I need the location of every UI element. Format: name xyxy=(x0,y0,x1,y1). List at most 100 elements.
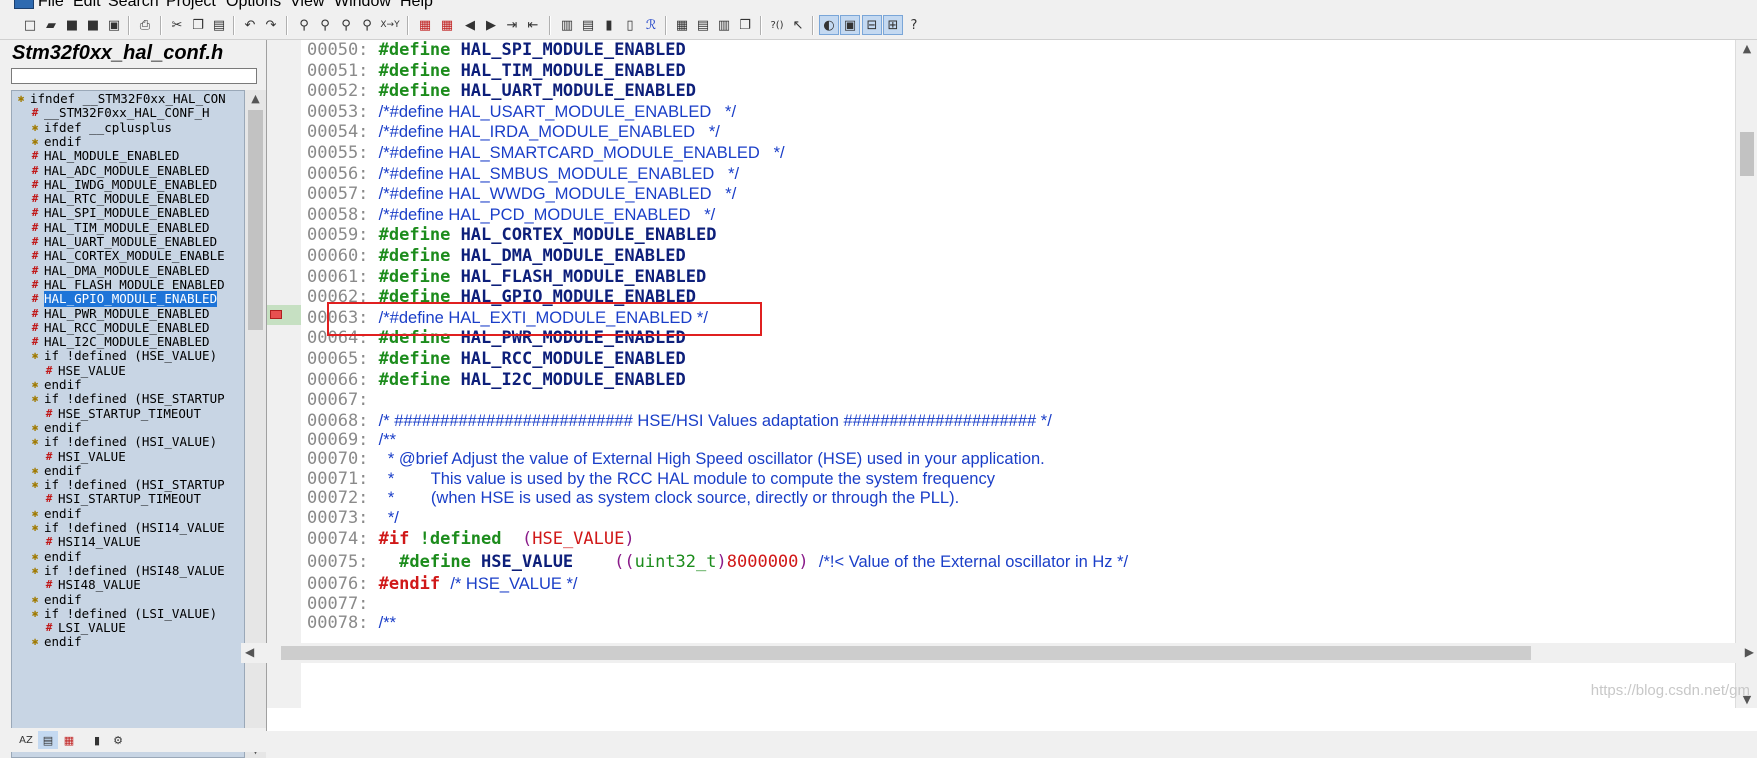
line-number: 00066: xyxy=(307,369,369,390)
scroll-right-icon[interactable]: ▶ xyxy=(1745,645,1754,659)
code-token: !defined xyxy=(419,529,522,549)
lookup-icon[interactable]: ?() xyxy=(767,15,787,35)
preprocessor-condition-icon: ✱ xyxy=(31,606,39,620)
scroll-thumb[interactable] xyxy=(248,110,263,330)
code-line: 00061: #define HAL_FLASH_MODULE_ENABLED xyxy=(307,267,706,287)
list-view-icon[interactable]: ▤ xyxy=(38,731,58,749)
symbol-tree[interactable]: ✱ ifndef __STM32F0xx_HAL_CON # __STM32F0xx_… xyxy=(11,90,245,758)
bookmark-list-icon[interactable]: ▦ xyxy=(415,15,435,35)
code-token: /*#define HAL_WWDG_MODULE_ENABLED */ xyxy=(378,185,737,204)
structure-icon[interactable]: ⊞ xyxy=(883,15,903,35)
category-view-icon[interactable]: ▦ xyxy=(59,731,79,749)
preprocessor-condition-icon: ✱ xyxy=(31,435,39,449)
context-window-icon[interactable]: ▤ xyxy=(578,15,598,35)
undo-icon[interactable]: ↶ xyxy=(240,15,260,35)
print-icon[interactable]: ⎙ xyxy=(135,15,155,35)
book-view-icon[interactable]: ▮ xyxy=(87,731,107,749)
line-number: 00068: xyxy=(307,410,369,431)
code-token: HSE_VALUE xyxy=(532,529,625,549)
code-token: /** xyxy=(378,614,397,632)
jump-icon[interactable]: ⇥ xyxy=(502,15,522,35)
jump-back-icon[interactable]: ⇤ xyxy=(523,15,543,35)
redo-icon[interactable]: ↷ xyxy=(261,15,281,35)
open-folder-icon[interactable]: ▰ xyxy=(41,15,61,35)
code-token: /* HSE_VALUE */ xyxy=(450,575,578,593)
code-token: ) xyxy=(624,529,635,549)
menu-project[interactable]: Project xyxy=(166,0,216,11)
menu-file[interactable]: File xyxy=(38,0,64,11)
menu-view[interactable]: View xyxy=(290,0,324,11)
code-line: 00071: * This value is used by the RCC H… xyxy=(307,469,995,489)
book-icon[interactable]: ▮ xyxy=(599,15,619,35)
symbol-filter-input[interactable] xyxy=(11,68,257,84)
paste-icon[interactable]: ▤ xyxy=(209,15,229,35)
code-editor[interactable]: 00050: #define HAL_SPI_MODULE_ENABLED 000… xyxy=(241,40,1757,752)
code-token: #define xyxy=(378,246,461,266)
forward-arrow-icon[interactable]: ▶ xyxy=(481,15,501,35)
view-toggle-icon[interactable]: ◐ xyxy=(819,15,839,35)
editor-vertical-scrollbar[interactable]: ▲ ▼ xyxy=(1735,40,1757,708)
save-icon[interactable]: ■ xyxy=(62,15,82,35)
define-icon: # xyxy=(31,249,39,263)
settings-view-icon[interactable]: ⚙ xyxy=(108,731,128,749)
preprocessor-condition-icon: ✱ xyxy=(31,463,39,477)
menu-edit[interactable]: Edit xyxy=(73,0,101,11)
define-icon: # xyxy=(31,192,39,206)
line-number: 00055: xyxy=(307,143,369,163)
editor-horizontal-scrollbar[interactable]: ◀ ▶ xyxy=(241,643,1757,663)
scroll-thumb[interactable] xyxy=(281,646,1531,660)
save-as-icon[interactable]: ■ xyxy=(83,15,103,35)
scroll-up-icon[interactable]: ▲ xyxy=(1740,42,1754,55)
code-line: 00074: #if !defined (HSE_VALUE) xyxy=(307,529,635,549)
find-icon[interactable]: ⚲ xyxy=(294,15,314,35)
find-prev-icon[interactable]: ⚲ xyxy=(315,15,335,35)
relation-window-icon[interactable]: ▯ xyxy=(620,15,640,35)
help-icon[interactable]: ? xyxy=(904,15,924,35)
new-file-icon[interactable]: □ xyxy=(20,15,40,35)
code-token: #define xyxy=(378,40,461,60)
line-number: 00061: xyxy=(307,266,369,287)
code-token: #endif xyxy=(378,574,451,594)
replace-icon[interactable]: X→Y xyxy=(380,15,400,35)
code-token: ) xyxy=(798,552,809,572)
sort-alpha-icon[interactable]: AZ xyxy=(16,731,36,749)
code-token: HAL_SPI_MODULE_ENABLED xyxy=(460,40,686,60)
define-icon: # xyxy=(45,492,53,506)
tile-icon[interactable]: ▦ xyxy=(672,15,692,35)
preprocessor-condition-icon: ✱ xyxy=(31,478,39,492)
back-arrow-icon[interactable]: ◀ xyxy=(460,15,480,35)
scroll-thumb[interactable] xyxy=(1740,132,1754,176)
menu-search[interactable]: Search xyxy=(108,0,159,11)
line-number: 00069: xyxy=(307,430,369,450)
browse-icon[interactable]: ▣ xyxy=(840,15,860,35)
sync-icon[interactable]: ℛ xyxy=(641,15,661,35)
copy-icon[interactable]: ❐ xyxy=(188,15,208,35)
cascade-icon[interactable]: ❐ xyxy=(735,15,755,35)
menu-options[interactable]: Options xyxy=(226,0,281,11)
line-number: 00056: xyxy=(307,163,369,184)
outline-icon[interactable]: ⊟ xyxy=(862,15,882,35)
save-all-icon[interactable]: ▣ xyxy=(104,15,124,35)
symbol-window-icon[interactable]: ▥ xyxy=(557,15,577,35)
cut-icon[interactable]: ✂ xyxy=(167,15,187,35)
annotation-highlight-box xyxy=(327,302,762,336)
code-line: 00078: /** xyxy=(307,613,396,633)
menu-window[interactable]: Window xyxy=(334,0,391,11)
scroll-up-icon[interactable]: ▲ xyxy=(249,92,262,105)
code-token: #define xyxy=(399,552,482,572)
find-files-icon[interactable]: ⚲ xyxy=(357,15,377,35)
menu-help[interactable]: Help xyxy=(400,0,433,11)
code-token: HAL_FLASH_MODULE_ENABLED xyxy=(460,266,707,287)
split-horizontal-icon[interactable]: ▤ xyxy=(693,15,713,35)
tree-item[interactable]: ✱ endif xyxy=(30,634,82,650)
pointer-help-icon[interactable]: ↖ xyxy=(788,15,808,35)
define-icon: # xyxy=(31,263,39,277)
code-line: 00060: #define HAL_DMA_MODULE_ENABLED xyxy=(307,246,686,266)
split-vertical-icon[interactable]: ▥ xyxy=(714,15,734,35)
menu-bar: File Edit Search Project Options View Wi… xyxy=(0,0,1757,11)
find-next-icon[interactable]: ⚲ xyxy=(336,15,356,35)
scroll-left-icon[interactable]: ◀ xyxy=(245,645,254,659)
bookmark-toggle-icon[interactable]: ▦ xyxy=(437,15,457,35)
code-token: HAL_UART_MODULE_ENABLED xyxy=(460,81,696,102)
